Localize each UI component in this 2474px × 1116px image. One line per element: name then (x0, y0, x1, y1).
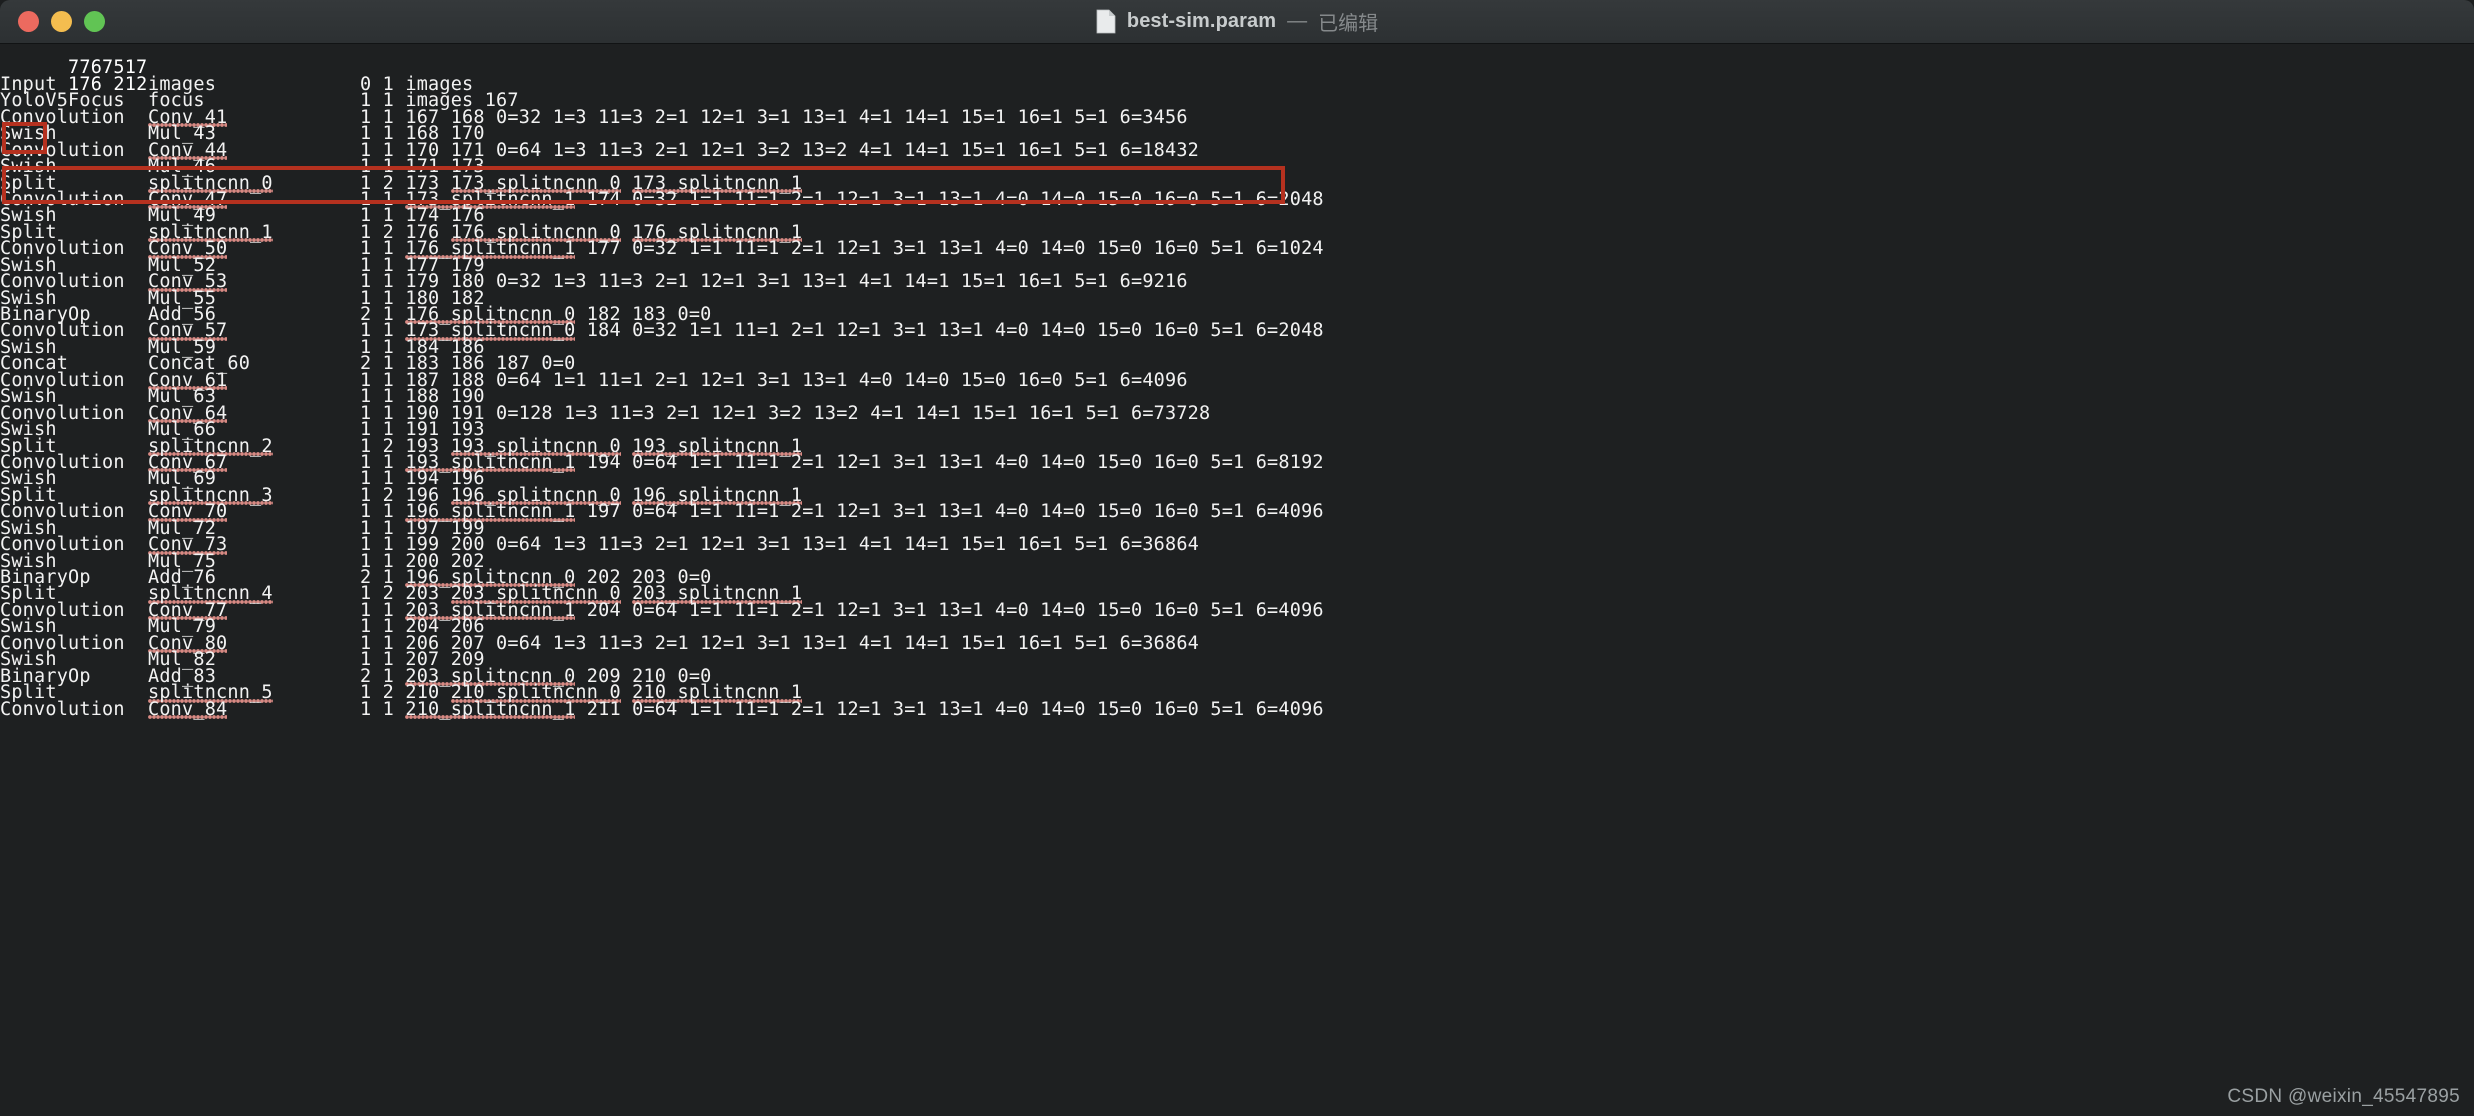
document-icon (1096, 9, 1116, 34)
layer-args: 1 1 173_splitncnn_1 174 0=32 1=1 11=1 2=… (360, 188, 1324, 210)
spellcheck-underline: Conv_84 (148, 698, 228, 720)
layer-args: 1 1 190 191 0=128 1=3 11=3 2=1 12=1 3=2 … (360, 402, 1211, 424)
layer-args: 1 1 173_splitncnn_0 184 0=32 1=1 11=1 2=… (360, 320, 1324, 342)
layer-lines-container: Input images 0 1 images YoloV5Focus focus 1 1… (0, 75, 2474, 720)
text-editor-window: best-sim.param — 已编辑 7767517 176 212 Inp… (0, 0, 2474, 1116)
layer-args: 1 1 199 200 0=64 1=3 11=3 2=1 12=1 3=1 1… (360, 534, 1200, 556)
minimize-button[interactable] (51, 11, 72, 32)
layer-args: 1 1 196_splitncnn_1 197 0=64 1=1 11=1 2=… (360, 501, 1324, 523)
layer-args: 1 1 176_splitncnn_1 177 0=32 1=1 11=1 2=… (360, 238, 1324, 260)
close-button[interactable] (18, 11, 39, 32)
layer-args: 1 1 170 171 0=64 1=3 11=3 2=1 12=1 3=2 1… (360, 139, 1200, 161)
window-title-text[interactable]: best-sim.param (1127, 10, 1276, 33)
document-text-area[interactable]: 7767517 176 212 Input images 0 1 images Yol… (0, 44, 2474, 1116)
window-title-area: best-sim.param — 已编辑 (0, 0, 2474, 43)
layer-args: 1 1 203_splitncnn_1 204 0=64 1=1 11=1 2=… (360, 599, 1324, 621)
layer-name: Conv_84 (148, 698, 360, 720)
window-titlebar: best-sim.param — 已编辑 (0, 0, 2474, 44)
edited-status-label: 已编辑 (1318, 13, 1379, 35)
layer-args: 1 1 210_splitncnn_1 211 0=64 1=1 11=1 2=… (360, 698, 1324, 720)
title-separator: — (1287, 10, 1308, 32)
layer-args: 1 1 206 207 0=64 1=3 11=3 2=1 12=1 3=1 1… (360, 632, 1200, 654)
magic-line[interactable]: 7767517 (0, 44, 2474, 77)
zoom-button[interactable] (84, 11, 105, 32)
watermark-label: CSDN @weixin_45547895 (2227, 1086, 2460, 1107)
layer-type: Convolution (0, 698, 125, 720)
layer-line[interactable]: Convolution Conv_84 1 1 210_splitncnn_1 21… (0, 698, 2474, 720)
layer-args: 1 1 193_splitncnn_1 194 0=64 1=1 11=1 2=… (360, 451, 1324, 473)
traffic-light-controls (0, 11, 105, 32)
